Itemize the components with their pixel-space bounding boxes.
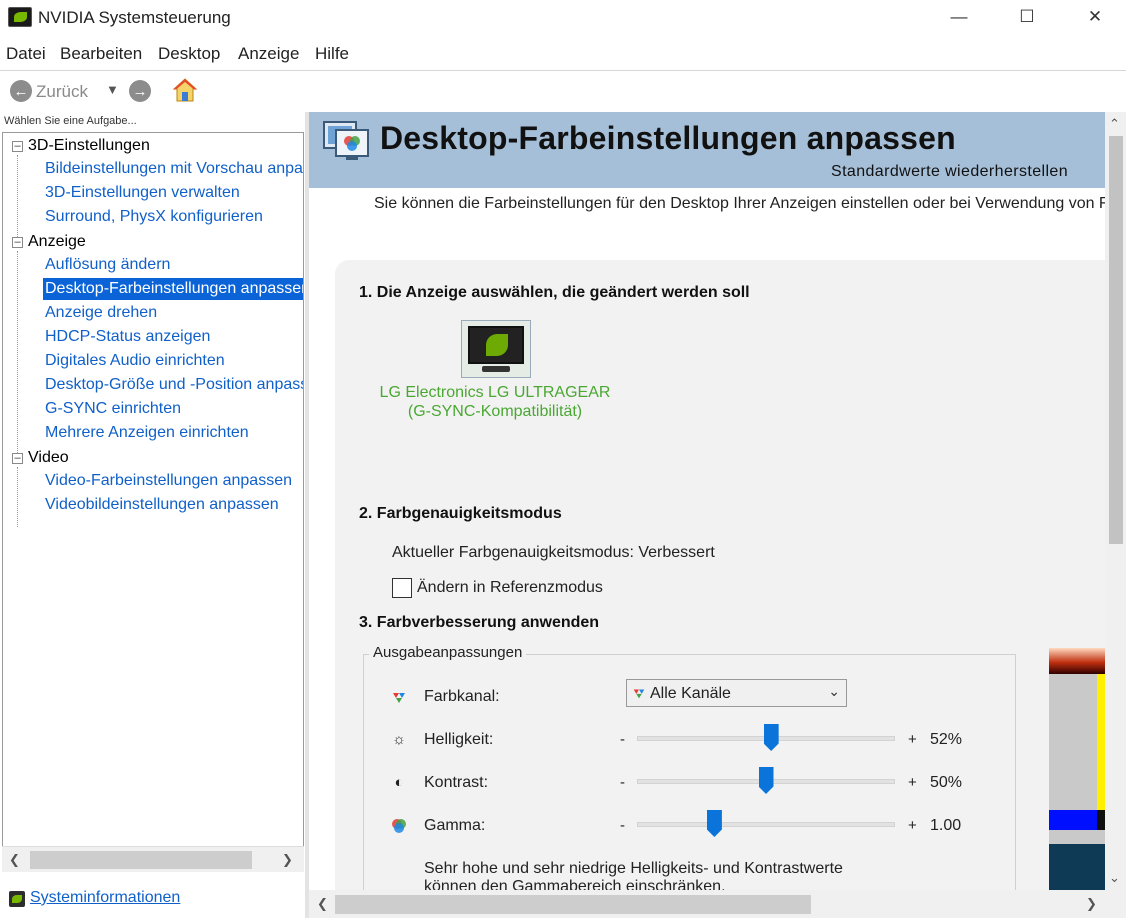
arrow-right-icon[interactable]: → (129, 80, 151, 102)
vertical-scrollbar[interactable]: ⌃ ⌄ (1105, 112, 1126, 890)
gamma-plus: + (908, 817, 917, 834)
color-channel-select[interactable]: Alle Kanäle ⌄ (626, 679, 847, 707)
scrollbar-thumb[interactable] (1109, 136, 1123, 544)
tree-item-3d-verwalten[interactable]: 3D-Einstellungen verwalten (45, 184, 240, 202)
display-name[interactable]: LG Electronics LG ULTRAGEAR (345, 384, 645, 402)
tree-item-desktop-farbe[interactable]: Desktop-Farbeinstellungen anpassen (43, 278, 303, 300)
scrollbar-corner (1105, 890, 1126, 918)
gamma-slider[interactable] (637, 822, 895, 827)
group-title: Ausgabeanpassungen (369, 644, 527, 661)
nvidia-logo-icon (8, 7, 32, 27)
tree-item-anzeige-drehen[interactable]: Anzeige drehen (45, 304, 157, 322)
color-channel-label: Farbkanal: (424, 688, 500, 705)
back-button[interactable]: Zurück (36, 82, 88, 102)
brightness-label: Helligkeit: (424, 731, 494, 748)
section-color-accuracy: 2. Farbgenauigkeitsmodus (359, 505, 562, 522)
page-header: Desktop-Farbeinstellungen anpassen Stand… (309, 112, 1105, 188)
contrast-value: 50% (930, 774, 963, 791)
home-icon[interactable] (172, 77, 198, 103)
contrast-minus: - (620, 774, 625, 791)
collapse-icon[interactable]: – (12, 453, 23, 464)
color-channel-icon (390, 688, 408, 706)
desktop-color-icon (322, 120, 372, 162)
menu-datei[interactable]: Datei (6, 44, 46, 64)
tree-item-mehrere-anzeigen[interactable]: Mehrere Anzeigen einrichten (45, 424, 249, 442)
color-preview (1049, 648, 1105, 918)
close-icon[interactable]: ✕ (1072, 0, 1118, 34)
display-tile[interactable] (461, 320, 531, 378)
tree-item-video-farbe[interactable]: Video-Farbeinstellungen anpassen (45, 472, 292, 490)
gamma-icon (390, 817, 408, 835)
maximize-icon[interactable]: ☐ (1004, 0, 1050, 34)
nvidia-info-icon (9, 891, 25, 907)
system-info-link[interactable]: Systeminformationen (30, 889, 180, 907)
chevron-left-icon[interactable]: ❮ (9, 852, 20, 868)
collapse-icon[interactable]: – (12, 141, 23, 152)
gamma-value: 1.00 (930, 817, 962, 834)
color-channel-icon (631, 685, 647, 704)
tree-category-anzeige[interactable]: Anzeige (28, 233, 86, 251)
menu-desktop[interactable]: Desktop (158, 44, 220, 64)
gamma-label: Gamma: (424, 817, 486, 834)
collapse-icon[interactable]: – (12, 237, 23, 248)
scrollbar-thumb[interactable] (335, 895, 811, 914)
reference-mode-checkbox[interactable] (392, 578, 412, 598)
contrast-plus: + (908, 774, 917, 791)
restore-defaults-link[interactable]: Standardwerte wiederherstellen (831, 163, 1068, 181)
task-tree[interactable]: – 3D-Einstellungen Bildeinstellungen mit… (2, 132, 304, 862)
brightness-value: 52% (930, 731, 963, 748)
reference-mode-label[interactable]: Ändern in Referenzmodus (417, 579, 603, 597)
toolbar: ← Zurück ▼ → (0, 70, 1126, 112)
page-title: Desktop-Farbeinstellungen anpassen (380, 120, 956, 156)
menu-bar: Datei Bearbeiten Desktop Anzeige Hilfe (0, 40, 1126, 68)
hint-line-1: Sehr hohe und sehr niedrige Helligkeits-… (424, 860, 843, 877)
tree-item-groesse-position[interactable]: Desktop-Größe und -Position anpassen (45, 376, 303, 394)
task-label: Wählen Sie eine Aufgabe... (4, 115, 137, 127)
tree-category-3d[interactable]: 3D-Einstellungen (28, 137, 150, 155)
chevron-right-icon[interactable]: ❯ (282, 852, 293, 868)
contrast-label: Kontrast: (424, 774, 489, 791)
current-mode-text: Aktueller Farbgenauigkeitsmodus: Verbess… (392, 544, 715, 561)
arrow-left-icon[interactable]: ← (10, 80, 32, 102)
content-panel: Desktop-Farbeinstellungen anpassen Stand… (309, 112, 1126, 918)
chevron-up-icon[interactable]: ⌃ (1109, 116, 1120, 132)
tree-item-surround[interactable]: Surround, PhysX konfigurieren (45, 208, 263, 226)
brightness-plus: + (908, 731, 917, 748)
horizontal-scrollbar[interactable]: ❮ ❯ (309, 890, 1105, 918)
menu-anzeige[interactable]: Anzeige (238, 44, 299, 64)
chevron-down-icon[interactable]: ⌄ (828, 683, 840, 700)
tree-item-aufloesung[interactable]: Auflösung ändern (45, 256, 170, 274)
brightness-minus: - (620, 731, 625, 748)
tree-horizontal-scrollbar[interactable]: ❮ ❯ (2, 846, 304, 872)
tree-category-video[interactable]: Video (28, 449, 69, 467)
title-bar: NVIDIA Systemsteuerung — ☐ ✕ (0, 0, 1126, 36)
tree-item-bildeinstellungen[interactable]: Bildeinstellungen mit Vorschau anpassen (45, 160, 303, 178)
minimize-icon[interactable]: — (936, 0, 982, 34)
section-color-enhancement: 3. Farbverbesserung anwenden (359, 614, 600, 631)
tree-item-gsync[interactable]: G-SYNC einrichten (45, 400, 181, 418)
menu-hilfe[interactable]: Hilfe (315, 44, 349, 64)
tree-item-audio[interactable]: Digitales Audio einrichten (45, 352, 225, 370)
window-title: NVIDIA Systemsteuerung (38, 8, 231, 27)
section-select-display: 1. Die Anzeige auswählen, die geändert w… (359, 284, 750, 301)
color-channel-value: Alle Kanäle (650, 685, 731, 702)
gamma-minus: - (620, 817, 625, 834)
display-subtitle[interactable]: (G-SYNC-Kompatibilität) (345, 403, 645, 421)
sun-icon: ☼ (392, 731, 406, 748)
chevron-right-icon[interactable]: ❯ (1086, 896, 1097, 912)
scrollbar-thumb[interactable] (30, 851, 252, 869)
monitor-icon (468, 326, 524, 364)
task-panel: Wählen Sie eine Aufgabe... – 3D-Einstell… (0, 112, 308, 918)
tree-item-hdcp[interactable]: HDCP-Status anzeigen (45, 328, 210, 346)
caret-down-icon[interactable]: ▼ (106, 82, 119, 97)
tree-item-videobild[interactable]: Videobildeinstellungen anpassen (45, 496, 279, 514)
chevron-left-icon[interactable]: ❮ (317, 896, 328, 912)
intro-text: Sie können die Farbeinstellungen für den… (374, 195, 1109, 212)
chevron-down-icon[interactable]: ⌄ (1109, 870, 1120, 886)
menu-bearbeiten[interactable]: Bearbeiten (60, 44, 142, 64)
contrast-icon: ◐ (394, 774, 404, 791)
